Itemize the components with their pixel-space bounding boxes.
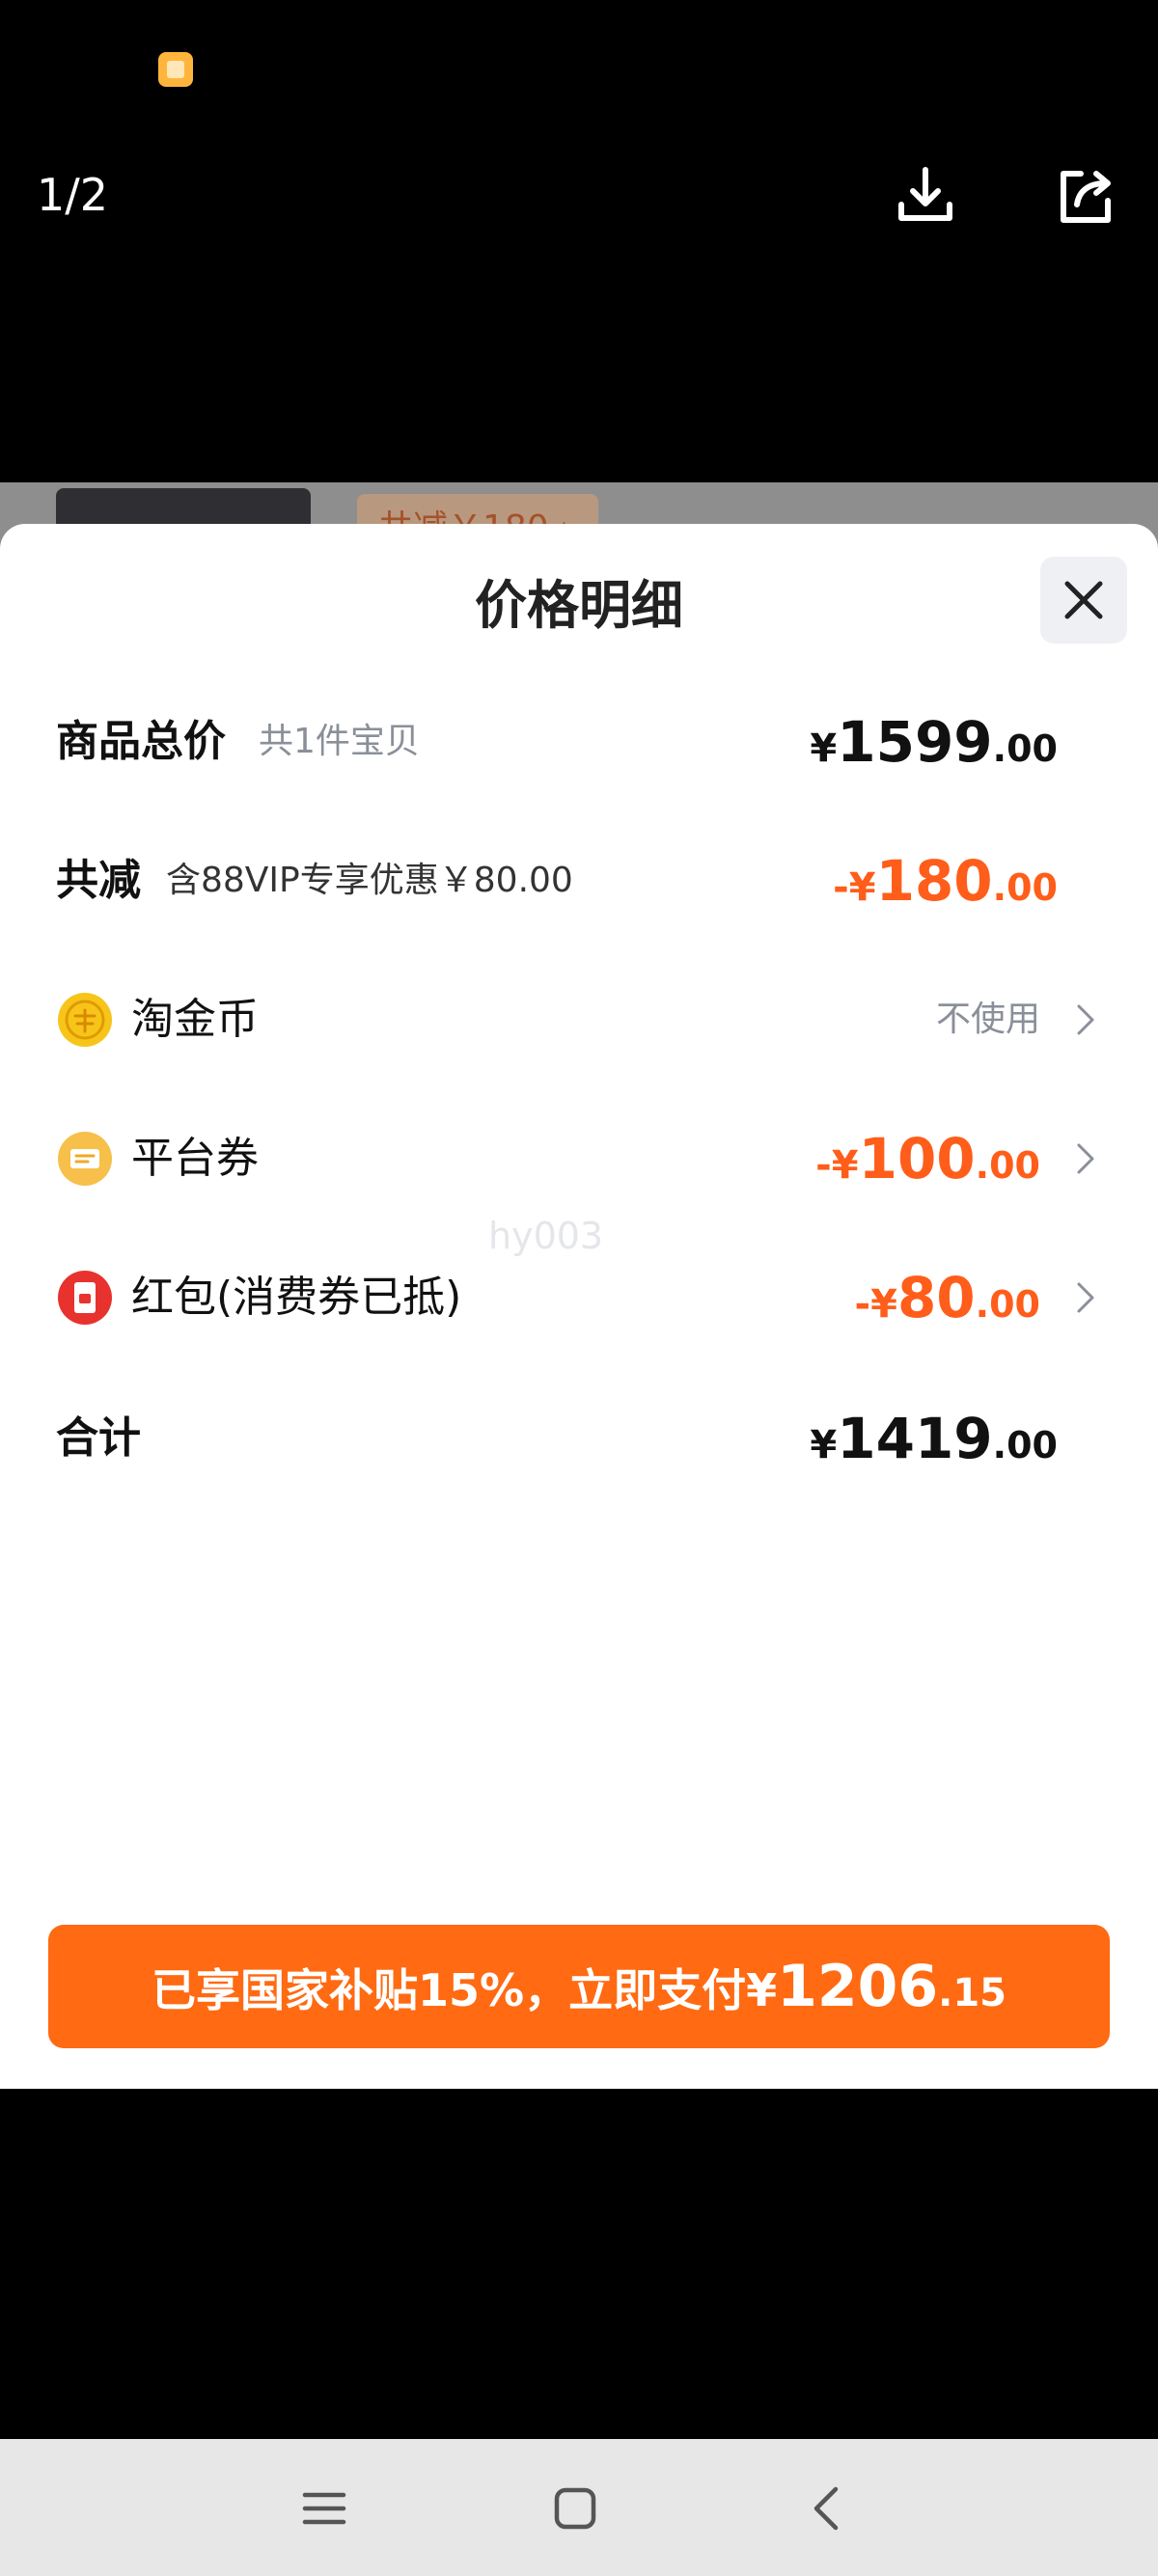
row-total-discount: 共减 含88VIP专享优惠￥80.00 -¥180.00 (0, 842, 1158, 919)
pay-button-text: 已享国家补贴15%，立即支付 (152, 1964, 747, 2016)
row-gold-coin[interactable]: 淘金币 不使用 (0, 981, 1158, 1058)
notification-app-icon (158, 52, 193, 87)
row-platform-coupon[interactable]: 平台券 -¥100.00 (0, 1120, 1158, 1197)
coupon-icon (56, 1130, 114, 1188)
recent-apps-button[interactable] (297, 2481, 351, 2535)
subtotal-amount: ¥1419.00 (810, 1406, 1058, 1471)
red-packet-icon (56, 1269, 114, 1327)
chevron-right-icon (1077, 1282, 1094, 1313)
price-detail-sheet: 价格明细 商品总价 共1件宝贝 ¥1599.00 共减 含88VIP专享优惠￥8… (0, 524, 1158, 2089)
chevron-right-icon (1077, 1143, 1094, 1174)
platform-coupon-amount: -¥100.00 (815, 1126, 1040, 1192)
red-packet-amount: -¥80.00 (854, 1265, 1040, 1330)
close-button[interactable] (1040, 557, 1127, 644)
page-counter: 1/2 (37, 169, 109, 221)
row-subtotal: 合计 ¥1419.00 (0, 1400, 1158, 1477)
row-red-packet[interactable]: 红包(消费券已抵) -¥80.00 (0, 1259, 1158, 1336)
row-label: 平台券 (131, 1134, 259, 1183)
total-discount-amount: -¥180.00 (833, 848, 1058, 914)
home-button[interactable] (548, 2481, 602, 2535)
item-total-amount: ¥1599.00 (810, 709, 1058, 775)
image-viewer-header: 1/2 (0, 0, 1158, 482)
row-label: 商品总价 (56, 717, 226, 766)
item-count: 共1件宝贝 (259, 722, 420, 761)
back-button[interactable] (801, 2481, 855, 2535)
download-icon[interactable] (892, 162, 959, 230)
home-square-icon (554, 2487, 596, 2530)
menu-icon (302, 2492, 346, 2525)
sheet-title: 价格明细 (475, 575, 683, 636)
row-label: 合计 (56, 1413, 141, 1463)
gold-coin-icon (56, 991, 114, 1049)
row-label: 淘金币 (131, 995, 259, 1044)
pay-now-button[interactable]: 已享国家补贴15%，立即支付¥1206.15 (48, 1925, 1110, 2048)
system-navigation-bar (0, 2439, 1158, 2576)
pay-button-decimal: .15 (938, 1971, 1006, 2015)
back-chevron-icon (813, 2486, 839, 2531)
chevron-right-icon (1077, 1004, 1094, 1035)
close-icon (1064, 581, 1103, 619)
row-item-total: 商品总价 共1件宝贝 ¥1599.00 (0, 703, 1158, 781)
row-label: 共减 (56, 856, 141, 905)
gold-coin-action[interactable]: 不使用 (936, 981, 1040, 1058)
watermark: hy003 (488, 1215, 604, 1257)
row-label: 红包(消费券已抵) (131, 1273, 462, 1322)
pay-button-amount: 1206 (777, 1953, 939, 2020)
share-icon[interactable] (1052, 162, 1119, 230)
pay-button-currency: ¥ (746, 1964, 778, 2016)
vip-discount-note: 含88VIP专享优惠￥80.00 (166, 861, 573, 900)
